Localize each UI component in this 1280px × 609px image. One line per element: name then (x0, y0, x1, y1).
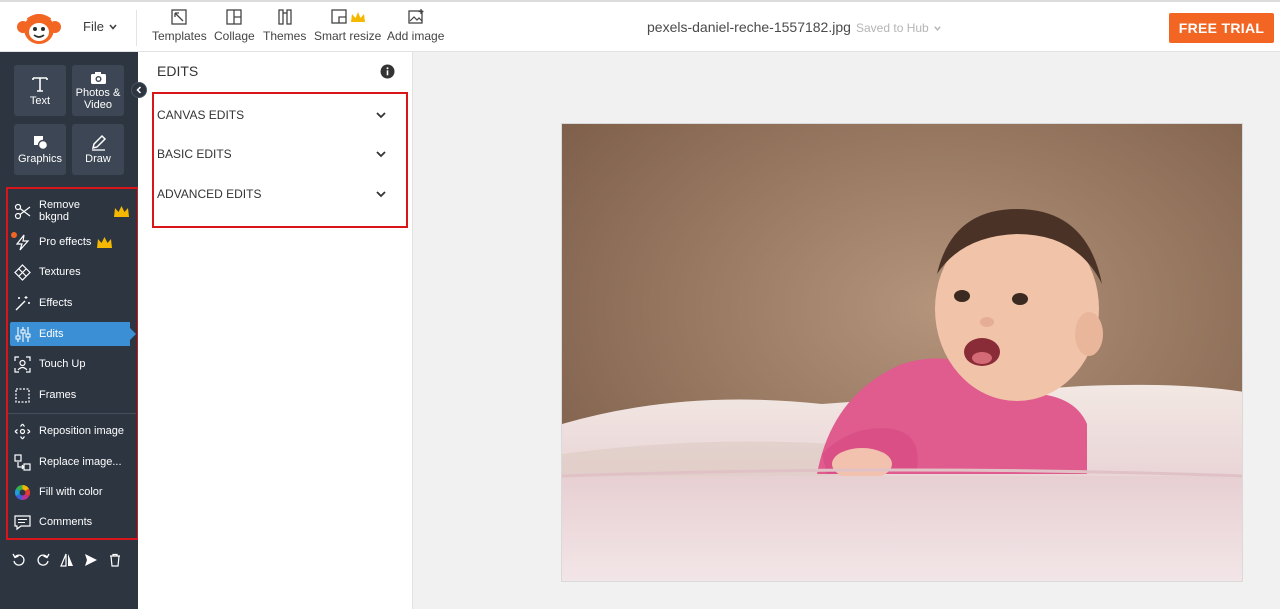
photos-video-button[interactable]: Photos & Video (72, 65, 124, 116)
draw-label: Draw (85, 153, 111, 165)
draw-button[interactable]: Draw (72, 124, 124, 175)
templates-label: Templates (152, 29, 207, 43)
send-icon[interactable] (84, 553, 98, 567)
crown-icon (97, 236, 113, 248)
sidebar-item-replace-image[interactable]: Replace image... (10, 450, 130, 474)
canvas-edits-section[interactable]: CANVAS EDITS (157, 105, 387, 125)
text-tool-button[interactable]: Text (14, 65, 66, 116)
crown-icon (350, 12, 365, 22)
basic-edits-section[interactable]: BASIC EDITS (157, 144, 387, 164)
collapse-sidebar-button[interactable] (131, 82, 147, 98)
text-tool-label: Text (29, 94, 51, 107)
advanced-edits-section[interactable]: ADVANCED EDITS (157, 184, 387, 204)
smart-resize-label: Smart resize (314, 29, 382, 43)
templates-button[interactable]: Templates (152, 8, 207, 43)
sliders-icon (15, 326, 31, 342)
chevron-down-icon (376, 191, 386, 198)
scissors-icon (14, 203, 31, 219)
saved-status-label: Saved to Hub (856, 21, 929, 35)
top-toolbar: File Templates Collage Themes Smart resi… (0, 0, 1280, 52)
redo-icon[interactable] (36, 553, 50, 567)
themes-label: Themes (263, 29, 307, 43)
add-image-button[interactable]: Add image (387, 8, 444, 43)
sidebar-item-comments[interactable]: Comments (10, 510, 130, 534)
undo-icon[interactable] (12, 553, 26, 567)
sidebar-item-touch-up[interactable]: Touch Up (10, 352, 130, 376)
chevron-down-icon (376, 112, 386, 119)
sidebar-item-label: Reposition image (39, 425, 124, 437)
sidebar-item-reposition-image[interactable]: Reposition image (10, 419, 130, 443)
graphics-label: Graphics (17, 153, 63, 165)
reposition-icon (14, 423, 31, 439)
sidebar-item-label: Fill with color (39, 486, 103, 498)
history-toolbar (12, 553, 122, 567)
sidebar-item-label: Frames (39, 389, 77, 401)
flip-icon[interactable] (60, 553, 74, 567)
pencil-icon (91, 134, 106, 151)
left-sidebar: Text Photos & Video Graphics Draw Remove… (0, 52, 147, 609)
section-label: BASIC EDITS (157, 147, 232, 161)
sidebar-item-edits[interactable]: Edits (10, 322, 136, 346)
sidebar-item-label: Edits (39, 328, 64, 340)
frame-icon (15, 387, 30, 403)
add-image-icon (408, 9, 424, 24)
smart-resize-icon (331, 9, 365, 24)
toolbar-divider (136, 10, 137, 46)
sidebar-item-label: Remove bkgnd (39, 199, 80, 223)
crown-icon (114, 205, 129, 217)
collage-icon (226, 9, 242, 25)
smart-resize-button[interactable]: Smart resize (314, 8, 381, 43)
file-menu[interactable]: File (83, 19, 118, 34)
camera-icon (90, 71, 106, 84)
templates-icon (171, 9, 187, 25)
sidebar-item-label: Textures (39, 266, 81, 278)
sidebar-item-effects[interactable]: Effects (10, 291, 130, 315)
section-label: ADVANCED EDITS (157, 187, 262, 201)
canvas-area (413, 52, 1280, 609)
file-name[interactable]: pexels-daniel-reche-1557182.jpg (647, 19, 851, 35)
graphics-button[interactable]: Graphics (14, 124, 66, 175)
picmonkey-logo[interactable] (14, 10, 64, 46)
comment-icon (14, 514, 31, 530)
chevron-down-icon (376, 151, 386, 158)
chevron-down-icon (109, 23, 117, 30)
sidebar-item-label: Pro effects (39, 236, 92, 248)
trash-icon[interactable] (108, 553, 122, 567)
face-icon (14, 355, 31, 373)
text-icon (32, 76, 48, 92)
chevron-left-icon (136, 86, 142, 94)
sidebar-item-pro-effects[interactable]: Pro effects (10, 230, 130, 254)
lightning-icon (15, 234, 30, 250)
info-icon[interactable] (380, 64, 395, 79)
sidebar-item-fill-with-color[interactable]: Fill with color (10, 480, 130, 504)
collage-label: Collage (214, 29, 255, 43)
section-label: CANVAS EDITS (157, 108, 245, 122)
sidebar-item-label: Replace image... (39, 456, 122, 468)
saved-status[interactable]: Saved to Hub (856, 21, 942, 35)
baby-photo-image (562, 124, 1242, 581)
replace-icon (14, 453, 31, 471)
color-wheel-icon (14, 484, 31, 500)
themes-icon (278, 9, 292, 25)
magic-wand-icon (15, 295, 30, 310)
add-image-label: Add image (387, 29, 445, 43)
themes-button[interactable]: Themes (263, 8, 306, 43)
textures-icon (14, 263, 31, 281)
panel-title: EDITS (157, 63, 199, 79)
sidebar-item-frames[interactable]: Frames (10, 383, 130, 407)
edits-panel: EDITS CANVAS EDITS BASIC EDITS ADVANCED … (138, 52, 413, 609)
sidebar-divider (8, 413, 136, 414)
file-menu-label: File (83, 19, 104, 34)
graphics-icon (33, 136, 48, 151)
chevron-down-icon (933, 25, 941, 31)
sidebar-item-remove-bkgnd[interactable]: Remove bkgnd (10, 199, 130, 223)
sidebar-item-label: Comments (39, 516, 93, 528)
sidebar-item-label: Touch Up (39, 358, 86, 370)
canvas-photo[interactable] (561, 123, 1243, 582)
photos-video-label: Photos & Video (75, 86, 121, 111)
sidebar-item-label: Effects (39, 297, 73, 309)
free-trial-button[interactable]: FREE TRIAL (1169, 13, 1274, 43)
collage-button[interactable]: Collage (214, 8, 255, 43)
sidebar-item-textures[interactable]: Textures (10, 260, 130, 284)
